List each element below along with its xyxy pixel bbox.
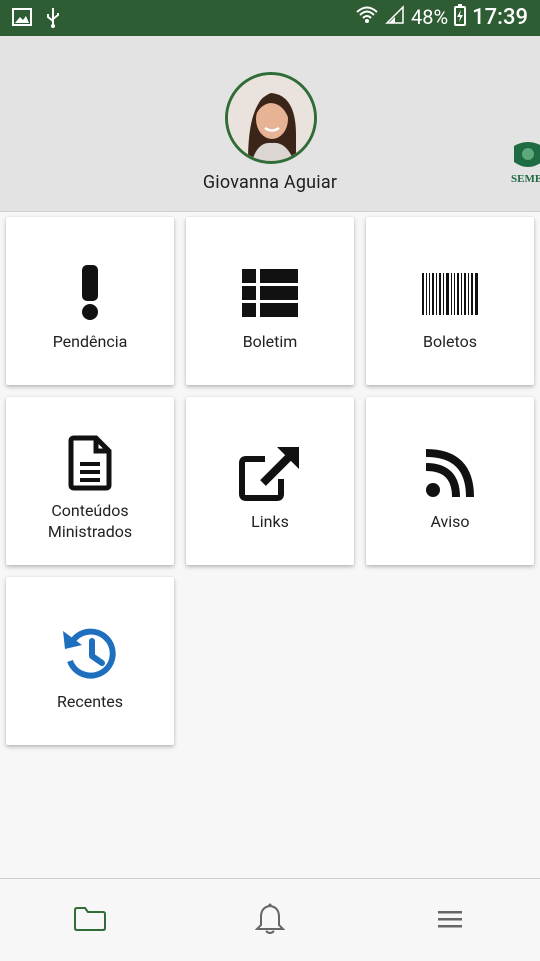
tile-recentes[interactable]: Recentes (6, 577, 174, 745)
battery-percentage: 48% (411, 5, 449, 29)
tile-conteudos-ministrados[interactable]: Conteúdos Ministrados (6, 397, 174, 565)
table-list-icon (186, 269, 354, 317)
tile-label: Pendência (52, 332, 128, 351)
signal-icon (385, 5, 405, 29)
tile-boletim[interactable]: Boletim (186, 217, 354, 385)
document-icon (6, 435, 174, 491)
bell-icon (254, 903, 286, 939)
school-logo: SEME (508, 140, 540, 194)
exclamation-icon (6, 265, 174, 321)
nav-notifications[interactable] (250, 903, 290, 939)
folder-icon (73, 906, 107, 936)
usb-icon (46, 8, 60, 32)
barcode-icon (366, 273, 534, 315)
tile-label: Links (251, 512, 289, 531)
clock: 17:39 (472, 4, 528, 30)
user-name: Giovanna Aguiar (202, 172, 338, 193)
image-notification-icon (12, 8, 32, 32)
menu-icon (437, 910, 463, 932)
tile-links[interactable]: Links (186, 397, 354, 565)
tile-boletos[interactable]: Boletos (366, 217, 534, 385)
tile-label: Recentes (56, 692, 123, 711)
nav-menu[interactable] (430, 903, 470, 939)
rss-icon (366, 449, 534, 497)
tile-label: Conteúdos Ministrados (47, 501, 133, 541)
tile-label: Boletim (242, 332, 298, 351)
tile-pendencia[interactable]: Pendência (6, 217, 174, 385)
tile-aviso[interactable]: Aviso (366, 397, 534, 565)
avatar[interactable] (225, 72, 317, 164)
profile-header: Giovanna Aguiar SEME (0, 36, 540, 212)
external-link-icon (186, 445, 354, 501)
nav-folder[interactable] (70, 903, 110, 939)
tile-label: Boletos (423, 332, 477, 351)
battery-charging-icon (454, 4, 467, 30)
wifi-icon (355, 5, 379, 29)
history-icon (6, 625, 174, 681)
school-logo-text: SEME (511, 173, 540, 185)
tile-label: Aviso (430, 512, 470, 531)
status-bar: 48% 17:39 (0, 0, 540, 36)
bottom-navigation (0, 878, 540, 961)
